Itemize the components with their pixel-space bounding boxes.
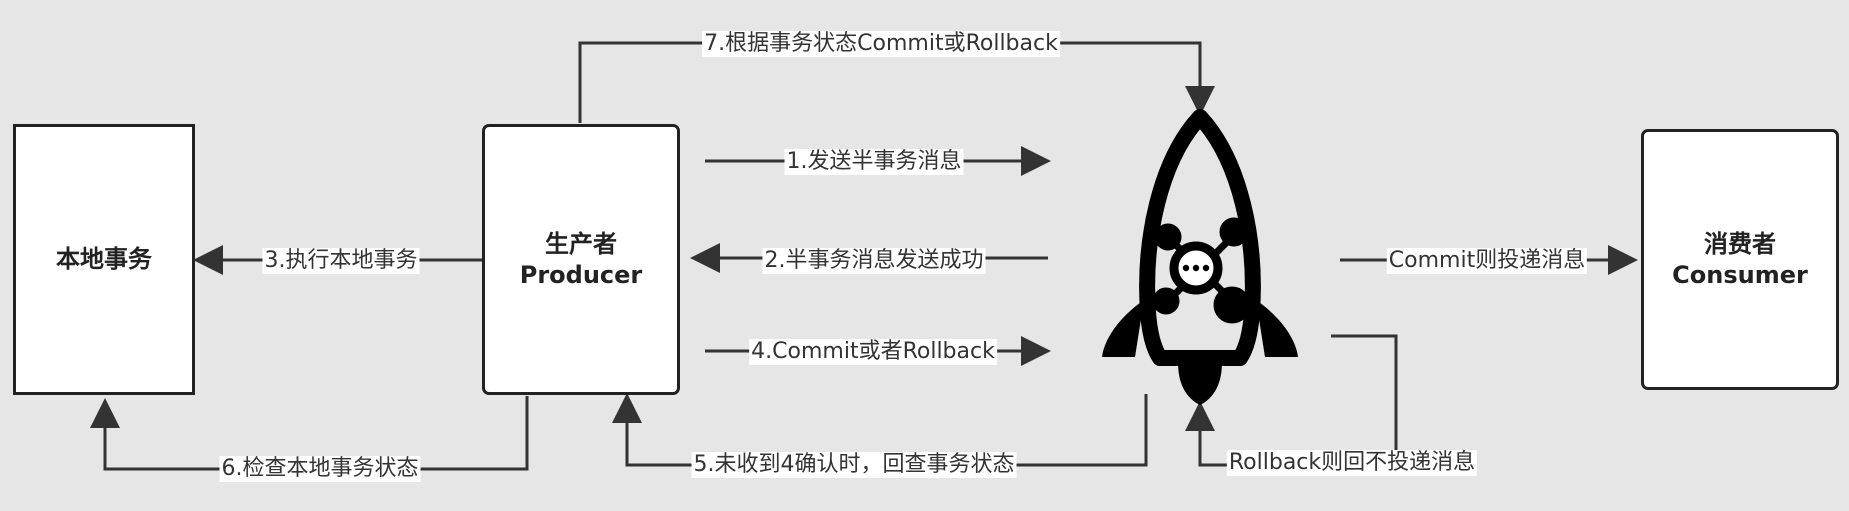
producer-label-cn: 生产者 (545, 229, 617, 258)
local-transaction-label: 本地事务 (56, 245, 152, 273)
local-transaction-box: 本地事务 (13, 124, 195, 395)
edge-2-label: 2.半事务消息发送成功 (762, 248, 986, 274)
consumer-label-cn: 消费者 (1704, 229, 1776, 258)
edge-rollback-label: Rollback则回不投递消息 (1226, 450, 1478, 476)
ellipsis-icon (1182, 264, 1210, 272)
edge-3-label: 3.执行本地事务 (262, 248, 420, 274)
edge-7-label: 7.根据事务状态Commit或Rollback (702, 31, 1060, 57)
edge-6-label: 6.检查本地事务状态 (219, 456, 421, 482)
consumer-label-en: Consumer (1672, 260, 1808, 289)
edge-5-label: 5.未收到4确认时，回查事务状态 (691, 452, 1017, 478)
edge-commit-label: Commit则投递消息 (1386, 248, 1588, 274)
edge-1-label: 1.发送半事务消息 (784, 149, 964, 175)
consumer-box: 消费者 Consumer (1641, 129, 1839, 390)
producer-label-en: Producer (519, 260, 643, 289)
producer-box: 生产者 Producer (482, 124, 680, 395)
edge-4-label: 4.Commit或者Rollback (749, 339, 997, 365)
rocket-hub-icon (1152, 217, 1251, 324)
rocket-icon (1102, 109, 1298, 405)
